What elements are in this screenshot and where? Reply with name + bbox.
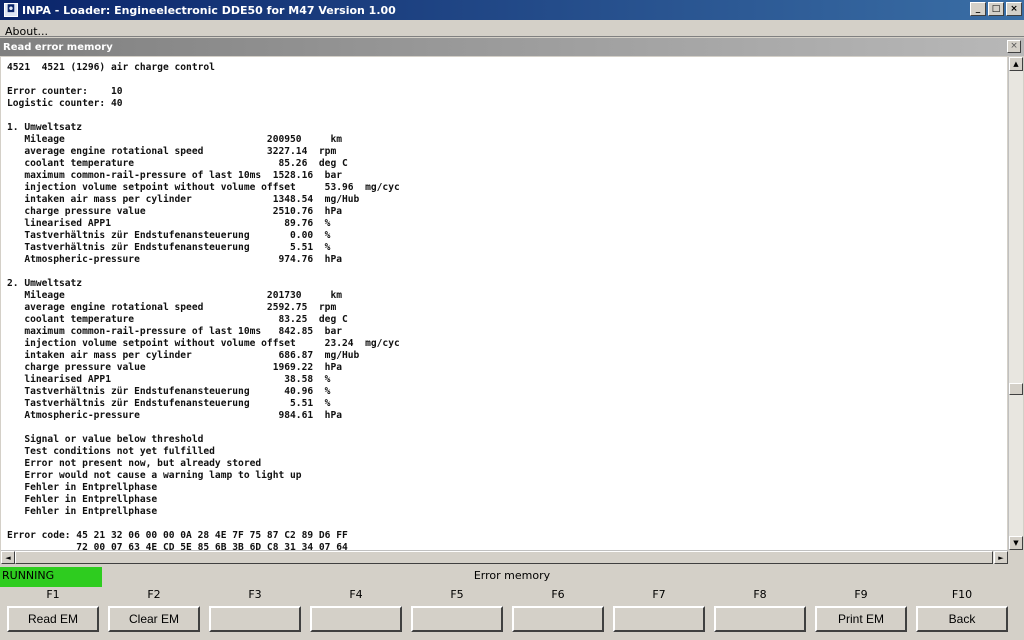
fkey-button-f3[interactable]	[209, 606, 301, 632]
report-line: 4521 4521 (1296) air charge control	[7, 62, 215, 73]
fkey-button-f6[interactable]	[512, 606, 604, 632]
report-line: 72 00 07 63 4E CD 5E 85 6B 3B 6D C8 31 3…	[7, 542, 348, 550]
report-line: 1. Umweltsatz	[7, 122, 83, 133]
fkey-label-f8: F8	[753, 588, 767, 601]
fkey-button-f4[interactable]	[310, 606, 402, 632]
report-line: charge pressure value 1969.22 hPa	[7, 362, 343, 373]
report-line: Error counter: 10	[7, 86, 123, 97]
horizontal-scrollbar[interactable]: ◄ ►	[1, 550, 1008, 564]
report-line: Fehler in Entprellphase	[7, 494, 158, 505]
report-line: average engine rotational speed 3227.14 …	[7, 146, 337, 157]
window-title: INPA - Loader: Engineelectronic DDE50 fo…	[22, 3, 396, 17]
report-line: 2. Umweltsatz	[7, 278, 83, 289]
report-line: Fehler in Entprellphase	[7, 482, 158, 493]
report-line: injection volume setpoint without volume…	[7, 338, 400, 349]
subwindow-title: Read error memory	[3, 41, 113, 53]
report-line: injection volume setpoint without volume…	[7, 182, 400, 193]
report-line: linearised APP1 38.58 %	[7, 374, 331, 385]
fkey-button-f9[interactable]: Print EM	[815, 606, 907, 632]
report-line: Test conditions not yet fulfilled	[7, 446, 215, 457]
report-line: Error not present now, but already store…	[7, 458, 262, 469]
inpa-app-icon: ◘	[4, 3, 18, 17]
fkey-label-f3: F3	[248, 588, 262, 601]
report-line: average engine rotational speed 2592.75 …	[7, 302, 337, 313]
status-bar: Error memory RUNNING	[0, 566, 1024, 587]
report-line: Error would not cause a warning lamp to …	[7, 470, 302, 481]
report-line: maximum common-rail-pressure of last 10m…	[7, 326, 343, 337]
report-line: Tastverhältnis zür Endstufenansteuerung …	[7, 230, 331, 241]
fkey-button-f8[interactable]	[714, 606, 806, 632]
fkey-button-f5[interactable]	[411, 606, 503, 632]
fkey-label-f9: F9	[854, 588, 868, 601]
fkey-label-f10: F10	[951, 588, 973, 601]
maximize-button[interactable]: □	[988, 2, 1004, 16]
fkey-button-f2[interactable]: Clear EM	[108, 606, 200, 632]
fkey-button-f10[interactable]: Back	[916, 606, 1008, 632]
report-line: Tastverhältnis zür Endstufenansteuerung …	[7, 386, 331, 397]
window-controls: _ □ ×	[970, 2, 1022, 16]
close-button[interactable]: ×	[1006, 2, 1022, 16]
report-line: linearised APP1 89.76 %	[7, 218, 331, 229]
report-line: Mileage 201730 km	[7, 290, 343, 301]
report-line: intaken air mass per cylinder 686.87 mg/…	[7, 350, 360, 361]
fkey-label-f4: F4	[349, 588, 363, 601]
running-indicator: RUNNING	[0, 567, 102, 587]
vertical-scroll-thumb[interactable]	[1009, 383, 1023, 395]
report-line: Atmospheric-pressure 974.76 hPa	[7, 254, 343, 265]
scroll-right-arrow-icon[interactable]: ►	[994, 551, 1008, 564]
report-line: Error code: 45 21 32 06 00 00 0A 28 4E 7…	[7, 530, 348, 541]
report-line: coolant temperature 85.26 deg C	[7, 158, 348, 169]
fkey-label-f5: F5	[450, 588, 464, 601]
report-line: intaken air mass per cylinder 1348.54 mg…	[7, 194, 360, 205]
report-line: coolant temperature 83.25 deg C	[7, 314, 348, 325]
minimize-button[interactable]: _	[970, 2, 986, 16]
subwindow-title-bar: Read error memory ×	[0, 38, 1024, 56]
window-title-bar: ◘ INPA - Loader: Engineelectronic DDE50 …	[0, 0, 1024, 20]
fkey-label-f1: F1	[46, 588, 60, 601]
report-line: Atmospheric-pressure 984.61 hPa	[7, 410, 343, 421]
report-line: Mileage 200950 km	[7, 134, 343, 145]
vertical-scrollbar[interactable]: ▲ ▼	[1008, 57, 1023, 550]
report-line: Logistic counter: 40	[7, 98, 123, 109]
report-line: Fehler in Entprellphase	[7, 506, 158, 517]
fkey-label-f6: F6	[551, 588, 565, 601]
fkey-label-f2: F2	[147, 588, 161, 601]
fkey-button-f1[interactable]: Read EM	[7, 606, 99, 632]
report-line: maximum common-rail-pressure of last 10m…	[7, 170, 343, 181]
report-line: Tastverhältnis zür Endstufenansteuerung …	[7, 398, 331, 409]
scroll-left-arrow-icon[interactable]: ◄	[1, 551, 15, 564]
report-line: charge pressure value 2510.76 hPa	[7, 206, 343, 217]
fkey-button-f7[interactable]	[613, 606, 705, 632]
fkey-label-f7: F7	[652, 588, 666, 601]
error-report-text: 4521 4521 (1296) air charge control Erro…	[1, 57, 1007, 550]
error-report-panel[interactable]: 4521 4521 (1296) air charge control Erro…	[1, 57, 1007, 550]
function-key-bar: F1 Read EM F2 Clear EM F3 F4 F5 F6 F7 F8 F9 Print E…	[0, 588, 1024, 640]
report-line: Tastverhältnis zür Endstufenansteuerung …	[7, 242, 331, 253]
scroll-down-arrow-icon[interactable]: ▼	[1009, 536, 1023, 550]
menu-bar: About...	[0, 20, 1024, 38]
subwindow-close-button[interactable]: ×	[1007, 40, 1021, 53]
report-line: Signal or value below threshold	[7, 434, 204, 445]
scroll-up-arrow-icon[interactable]: ▲	[1009, 57, 1023, 71]
status-caption: Error memory	[473, 569, 551, 582]
horizontal-scroll-thumb[interactable]	[15, 551, 993, 564]
